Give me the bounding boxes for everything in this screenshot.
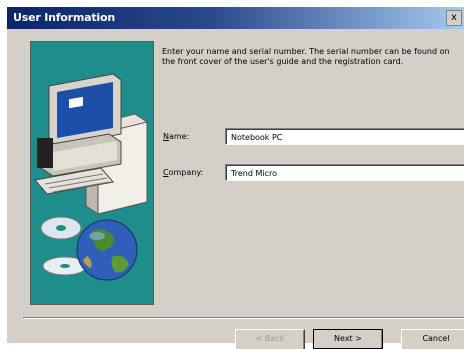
name-label: Name: (163, 132, 189, 141)
next-button[interactable]: Next > (313, 329, 383, 349)
cancel-button[interactable]: Cancel (401, 329, 464, 349)
title-bar[interactable]: User Information x (7, 7, 464, 29)
illustration-art (34, 73, 148, 281)
computer-icon (34, 73, 148, 215)
name-label-rest: ame: (168, 132, 190, 141)
setup-illustration (30, 41, 154, 305)
button-separator (23, 317, 464, 319)
company-label: Company: (163, 168, 203, 177)
dialog-title: User Information (13, 11, 115, 24)
globe-icon (76, 219, 138, 281)
back-button[interactable]: < Back (235, 329, 305, 349)
close-icon[interactable]: x (446, 10, 462, 26)
company-label-rest: ompany: (168, 168, 204, 177)
instructions-text: Enter your name and serial number. The s… (162, 47, 450, 66)
name-input[interactable]: Notebook PC (225, 128, 464, 145)
user-information-dialog: User Information x Enter your name and s… (6, 6, 464, 349)
company-input[interactable]: Trend Micro (225, 164, 464, 181)
